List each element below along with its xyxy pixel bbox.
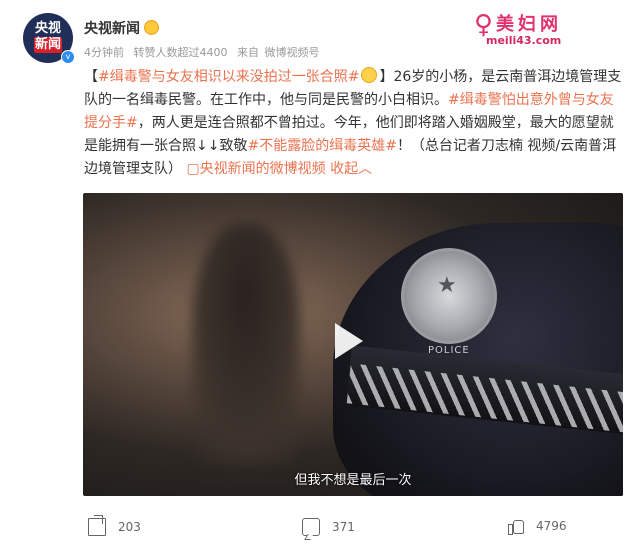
verified-badge-icon: v bbox=[61, 50, 75, 64]
avatar-text-top: 央视 bbox=[34, 21, 61, 36]
share-button[interactable]: 203 bbox=[88, 518, 141, 536]
video-link[interactable]: ▢央视新闻的微博视频 bbox=[186, 161, 325, 177]
emoji-badge-icon bbox=[144, 20, 159, 35]
topic-tag-1[interactable]: #缉毒警与女友相识以来没拍过一张合照# bbox=[98, 69, 359, 85]
bracket-open: 【 bbox=[84, 69, 98, 85]
author-name[interactable]: 央视新闻 bbox=[84, 18, 140, 38]
like-count: 4796 bbox=[536, 519, 567, 533]
watermark-text: 美妇网 bbox=[496, 14, 562, 35]
post-source[interactable]: 微博视频号 bbox=[265, 46, 320, 59]
share-icon bbox=[88, 518, 106, 536]
police-badge-icon: ★ bbox=[401, 248, 497, 344]
police-label: POLICE bbox=[428, 345, 470, 356]
avatar-logo: 央视 新闻 bbox=[30, 21, 66, 55]
thumbs-up-icon bbox=[508, 518, 524, 535]
collapse-chevron-icon[interactable]: ︿ bbox=[358, 161, 372, 177]
comment-button[interactable]: 371 bbox=[302, 518, 355, 536]
comment-count: 371 bbox=[332, 520, 355, 534]
avatar-text-bottom: 新闻 bbox=[33, 37, 62, 53]
post-meta: 4分钟前 转赞人数超过4400 来自 微博视频号 bbox=[84, 44, 326, 60]
post-text: 【#缉毒警与女友相识以来没拍过一张合照# 】26岁的小杨，是云南普洱边境管理支队的… bbox=[84, 66, 624, 181]
video-player[interactable]: ★ POLICE 但我不想是最后一次 bbox=[83, 193, 623, 496]
emoji-icon bbox=[361, 67, 378, 83]
watermark-url: meili43.com bbox=[486, 34, 562, 47]
collapse-link[interactable]: 收起 bbox=[330, 161, 358, 177]
play-icon[interactable] bbox=[335, 323, 363, 359]
source-prefix: 来自 bbox=[237, 46, 259, 59]
site-watermark: ♀ 美妇网 meili43.com bbox=[474, 8, 634, 52]
video-subtitle: 但我不想是最后一次 bbox=[294, 473, 412, 488]
share-count: 203 bbox=[118, 520, 141, 534]
weibo-post: 央视 新闻 v 央视新闻 4分钟前 转赞人数超过4400 来自 微博视频号 ♀ … bbox=[0, 0, 640, 558]
post-time[interactable]: 4分钟前 bbox=[84, 46, 124, 59]
repost-count-text: 转赞人数超过4400 bbox=[133, 46, 228, 59]
topic-tag-3[interactable]: #不能露脸的缉毒英雄# bbox=[247, 138, 396, 154]
blurred-person bbox=[191, 223, 301, 463]
bracket-close: 】 bbox=[379, 69, 394, 85]
like-button[interactable]: 4796 bbox=[508, 518, 567, 535]
action-bar: 203 371 4796 bbox=[0, 508, 640, 544]
comment-icon bbox=[302, 518, 320, 536]
